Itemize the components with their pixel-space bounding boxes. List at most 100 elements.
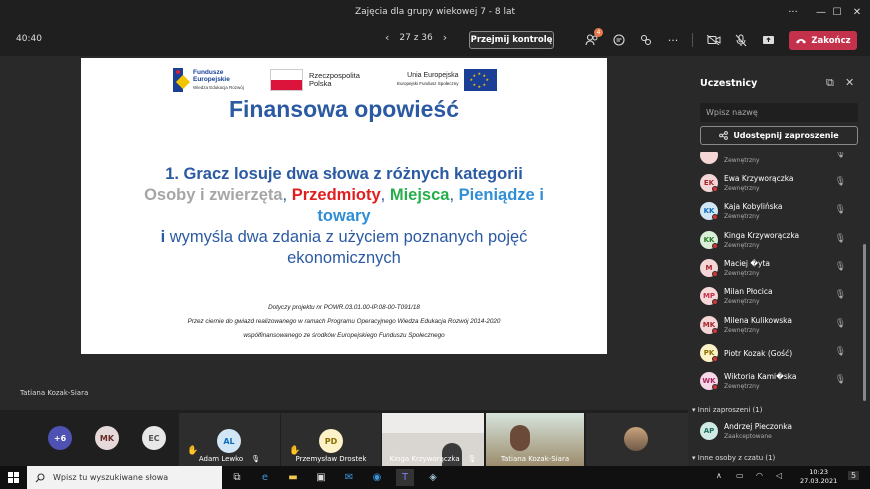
participant-name: Piotr Kozak (Gość) bbox=[724, 348, 793, 358]
prev-slide-icon[interactable]: ‹ bbox=[385, 31, 389, 44]
footer-funding: współfinansowanego ze środków Europejski… bbox=[243, 332, 445, 339]
video-tile-self[interactable] bbox=[586, 413, 688, 466]
clock-date: 27.03.2021 bbox=[800, 477, 838, 485]
logo2-line2: Polska bbox=[309, 79, 332, 88]
status-offline-icon bbox=[712, 214, 718, 221]
browser-icon[interactable]: ◉ bbox=[368, 469, 386, 486]
slide-line-4: ekonomicznych bbox=[287, 249, 401, 267]
participant-item[interactable]: MK Milena Kulikowska Zewnętrzny 🎙 bbox=[700, 312, 860, 340]
person-silhouette bbox=[510, 425, 530, 451]
participant-sub: Zewnętrzny bbox=[724, 213, 760, 221]
video-tile-kinga[interactable]: Kinga Krzyworączka 🎙 bbox=[382, 413, 484, 467]
more-actions-icon[interactable]: ··· bbox=[663, 30, 683, 50]
share-screen-icon[interactable] bbox=[758, 30, 778, 50]
participant-search-input[interactable]: Wpisz nazwę bbox=[700, 103, 858, 122]
participant-item[interactable]: Zewnętrzny 🎙 bbox=[700, 152, 860, 170]
participant-item[interactable]: KK Kinga Krzyworączka Zewnętrzny 🎙 bbox=[700, 227, 860, 255]
participant-item[interactable]: PK Piotr Kozak (Gość) 🎙 bbox=[700, 340, 860, 368]
status-offline-icon bbox=[712, 355, 718, 362]
mic-off-icon: 🎙 bbox=[834, 177, 846, 187]
camera-off-icon[interactable] bbox=[704, 30, 724, 50]
taskbar-clock[interactable]: 10:23 27.03.2021 bbox=[800, 468, 837, 486]
presenter-name: Tatiana Kozak-Siara bbox=[20, 389, 89, 397]
tray-chevron-icon[interactable]: ∧ bbox=[716, 471, 722, 480]
participant-item[interactable]: WK Wiktoria Kami�ska Zewnętrzny 🎙 bbox=[700, 368, 860, 396]
participant-item[interactable]: MP Milan Płocica Zewnętrzny 🎙 bbox=[700, 283, 860, 311]
tile-name: Kinga Krzyworączka 🎙 bbox=[389, 455, 477, 463]
footer-project-number: Dotyczy projektu nr POWR.03.01.00-IP.08-… bbox=[268, 304, 420, 311]
slide-title: Finansowa opowieść bbox=[228, 96, 460, 122]
video-tile-przemyslaw[interactable]: PD ✋ Przemysław Drostek bbox=[281, 413, 381, 466]
video-tile-adam[interactable]: AL ✋ Adam Lewko 🎙 bbox=[179, 413, 280, 466]
category-objects: Przedmioty bbox=[291, 186, 381, 204]
search-icon bbox=[35, 472, 45, 482]
participants-list: Zewnętrzny 🎙 EK Ewa Krzyworączka Zewnętrzn… bbox=[688, 152, 863, 466]
share-invite-label: Udostępnij zaproszenie bbox=[733, 131, 839, 140]
store-icon[interactable]: ▣ bbox=[312, 469, 330, 486]
participant-sub: Zewnętrzny bbox=[724, 157, 760, 164]
panel-scrollbar[interactable] bbox=[863, 244, 866, 401]
file-explorer-icon[interactable]: ▬ bbox=[284, 469, 302, 486]
network-icon[interactable]: ▭ bbox=[736, 471, 744, 480]
participant-sub: Zewnętrzny bbox=[724, 185, 760, 192]
chat-icon[interactable] bbox=[609, 30, 629, 50]
tile-avatar: AL bbox=[217, 429, 241, 453]
wifi-icon[interactable]: ◠ bbox=[756, 471, 763, 480]
mic-off-icon: 🎙 bbox=[834, 318, 846, 329]
fundusze-europejskie-logo: Fundusze Europejskie Wiedza Edukacja Roz… bbox=[173, 68, 244, 92]
status-offline-icon bbox=[712, 327, 718, 334]
next-slide-icon[interactable]: › bbox=[443, 31, 447, 44]
footer-program: Przez ciernie do gwiazd realizowanego w … bbox=[187, 318, 501, 325]
slide-page-indicator: 27 z 36 bbox=[399, 32, 433, 43]
participant-sub: Zewnętrzny bbox=[724, 269, 760, 277]
rzeczpospolita-logo: Rzeczpospolita Polska bbox=[270, 69, 360, 91]
end-call-button[interactable]: Zakończ bbox=[789, 31, 857, 50]
close-button[interactable]: ✕ bbox=[842, 0, 870, 24]
tile-avatar: PD bbox=[319, 429, 343, 453]
notifications-icon[interactable]: 5 bbox=[848, 471, 860, 480]
popout-icon[interactable]: ⧉ bbox=[826, 76, 834, 90]
phone-hangup-icon bbox=[796, 38, 807, 43]
volume-icon[interactable]: ◁ bbox=[776, 471, 782, 480]
participant-avatar-ec: EC bbox=[142, 426, 166, 450]
participant-item[interactable]: M Maciej �yta Zewnętrzny 🎙 bbox=[700, 255, 860, 283]
window-title: Zajęcia dla grupy wiekowej 7 - 8 lat bbox=[354, 7, 516, 17]
slide-line-3: i wymyśla dwa zdania z użyciem poznanych… bbox=[160, 228, 528, 246]
poland-flag-icon bbox=[270, 69, 303, 91]
share-icon bbox=[719, 131, 729, 140]
participant-item[interactable]: EK Ewa Krzyworączka Zewnętrzny 🎙 bbox=[700, 170, 860, 198]
mic-off-icon: 🎙 bbox=[834, 375, 846, 386]
video-tile-tatiana[interactable]: Tatiana Kozak-Siara bbox=[486, 413, 584, 466]
section-chat[interactable]: ▾ Inne osoby z czatu (1) bbox=[692, 454, 775, 462]
participant-name: Ewa Krzyworączka bbox=[724, 174, 794, 183]
more-options-icon[interactable]: ··· bbox=[778, 0, 808, 24]
take-control-button[interactable]: Przejmij kontrolę bbox=[469, 31, 554, 49]
mic-off-icon[interactable] bbox=[731, 30, 751, 50]
taskbar-search-input[interactable]: Wpisz tu wyszukiwane słowa bbox=[27, 466, 222, 489]
panel-title: Uczestnicy bbox=[700, 78, 758, 89]
more-participants-button[interactable]: +6 bbox=[48, 426, 72, 450]
clock-time: 10:23 bbox=[809, 468, 828, 476]
edge-icon[interactable]: e bbox=[256, 469, 274, 486]
participant-sub: Zewnętrzny bbox=[724, 241, 760, 249]
section-invited[interactable]: ▾ Inni zaproszeni (1) bbox=[692, 406, 762, 414]
mic-off-icon: 🎙 bbox=[834, 152, 846, 159]
app-icon[interactable]: ◈ bbox=[424, 469, 442, 486]
task-view-icon[interactable]: ⧉ bbox=[228, 469, 246, 486]
close-panel-icon[interactable]: ✕ bbox=[845, 76, 854, 89]
mic-off-icon: 🎙 bbox=[834, 261, 846, 272]
status-offline-icon bbox=[712, 186, 718, 192]
mic-off-icon: 🎙 bbox=[834, 290, 846, 301]
participant-item[interactable]: KK Kaja Kobylińska Zewnętrzny 🎙 bbox=[700, 198, 860, 226]
participant-avatar bbox=[700, 152, 718, 164]
windows-start-icon[interactable] bbox=[0, 466, 26, 489]
invited-item[interactable]: AP Andrzej Pieczonka Zaakceptowane bbox=[700, 418, 860, 446]
mail-icon[interactable]: ✉ bbox=[340, 469, 358, 486]
meeting-timer: 40:40 bbox=[16, 34, 42, 44]
video-feed bbox=[382, 413, 484, 433]
share-invite-button[interactable]: Udostępnij zaproszenie bbox=[700, 126, 858, 145]
teams-icon[interactable]: T bbox=[396, 469, 414, 486]
breakout-rooms-icon[interactable] bbox=[636, 30, 656, 50]
slide-body: 1. Gracz losuje dwa słowa z różnych kate… bbox=[101, 164, 587, 269]
unia-europejska-logo: Unia Europejska Europejski Fundusz Społe… bbox=[397, 69, 497, 91]
